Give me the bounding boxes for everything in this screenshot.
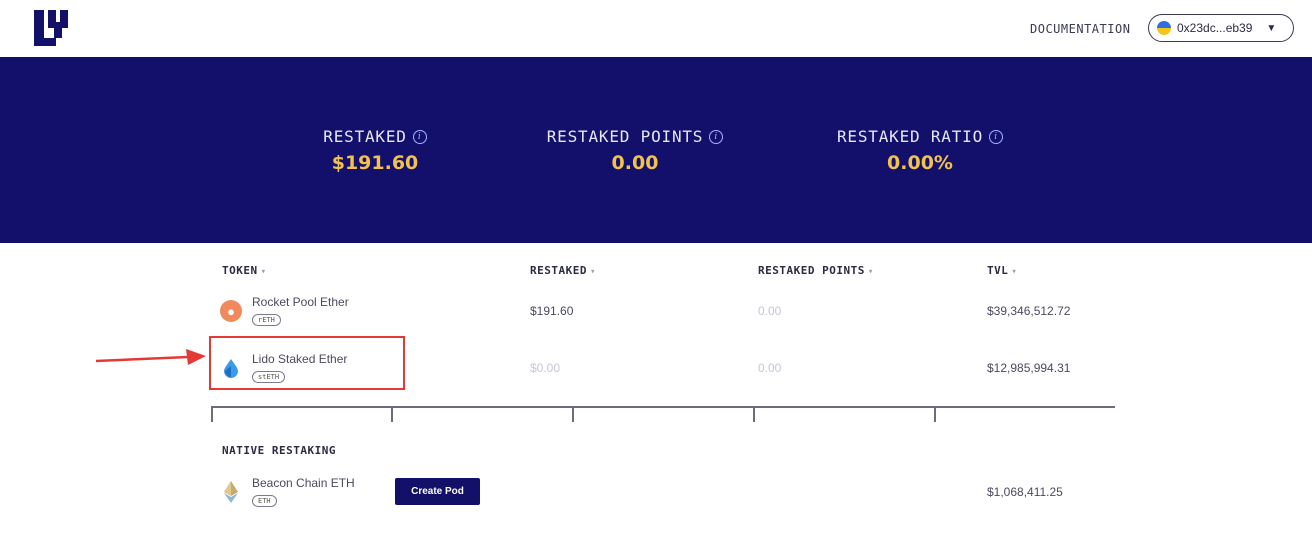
stat-label: RESTAKED — [323, 127, 407, 146]
restaked-value: $191.60 — [530, 304, 574, 318]
stat-restaked: RESTAKED i $191.60 — [300, 127, 450, 174]
table-row: Beacon Chain ETH ETH $1,068,411.25 — [0, 467, 1312, 517]
tvl-value: $12,985,994.31 — [987, 361, 1071, 375]
chevron-down-icon: ▼ — [1266, 22, 1277, 34]
column-header-label: TVL — [987, 264, 1009, 277]
wallet-button[interactable]: 0x23dc...eb39 ▼ — [1148, 14, 1294, 42]
tvl-value: $39,346,512.72 — [987, 304, 1071, 318]
column-header-restaked[interactable]: RESTAKED ▾ — [530, 264, 596, 277]
ethereum-icon — [220, 481, 242, 503]
points-value: 0.00 — [758, 304, 782, 318]
stat-value: $191.60 — [331, 152, 419, 174]
token-symbol-badge: rETH — [252, 314, 281, 326]
section-title-native-restaking: NATIVE RESTAKING — [222, 444, 336, 457]
divider-tick — [391, 406, 393, 422]
column-header-token[interactable]: TOKEN ▾ — [222, 264, 267, 277]
stat-label: RESTAKED POINTS — [546, 127, 704, 146]
divider-tick — [572, 406, 574, 422]
token-symbol-badge: ETH — [252, 495, 277, 507]
column-header-label: TOKEN — [222, 264, 258, 277]
info-icon[interactable]: i — [989, 129, 1004, 144]
divider-tick — [934, 406, 936, 422]
table-row: ● Rocket Pool Ether rETH $191.60 0.00 $3… — [0, 286, 1312, 336]
logo[interactable] — [34, 10, 68, 46]
restaked-value: $0.00 — [530, 361, 561, 375]
sort-caret-icon: ▾ — [260, 267, 267, 277]
wallet-avatar — [1157, 21, 1171, 35]
column-header-tvl[interactable]: TVL ▾ — [987, 264, 1017, 277]
info-icon[interactable]: i — [709, 129, 724, 144]
highlight-box — [209, 336, 405, 390]
column-header-label: RESTAKED POINTS — [758, 264, 865, 277]
stat-label: RESTAKED RATIO — [836, 127, 984, 146]
rocket-pool-icon: ● — [220, 300, 242, 322]
info-icon[interactable]: i — [412, 129, 427, 144]
divider — [211, 406, 1115, 408]
column-header-label: RESTAKED — [530, 264, 587, 277]
column-header-restaked-points[interactable]: RESTAKED POINTS ▾ — [758, 264, 874, 277]
stat-restaked-ratio: RESTAKED RATIO i 0.00% — [825, 127, 1015, 174]
stat-value: 0.00 — [611, 152, 659, 174]
wallet-address: 0x23dc...eb39 — [1177, 21, 1253, 35]
stats-banner: RESTAKED i $191.60 RESTAKED POINTS i 0.0… — [0, 57, 1312, 243]
token-cell[interactable]: ● Rocket Pool Ether rETH — [220, 286, 349, 336]
token-name: Beacon Chain ETH — [252, 476, 355, 490]
points-value: 0.00 — [758, 361, 782, 375]
divider-tick — [753, 406, 755, 422]
divider-tick — [211, 406, 213, 422]
sort-caret-icon: ▾ — [867, 267, 874, 277]
token-cell[interactable]: Beacon Chain ETH ETH — [220, 467, 355, 517]
create-pod-button[interactable]: Create Pod — [395, 478, 480, 505]
stat-value: 0.00% — [887, 152, 953, 174]
annotation-arrow-icon — [96, 349, 206, 365]
stat-restaked-points: RESTAKED POINTS i 0.00 — [535, 127, 735, 174]
token-name: Rocket Pool Ether — [252, 295, 349, 309]
top-nav: DOCUMENTATION 0x23dc...eb39 ▼ — [0, 0, 1312, 57]
sort-caret-icon: ▾ — [589, 267, 596, 277]
sort-caret-icon: ▾ — [1011, 267, 1018, 277]
tvl-value: $1,068,411.25 — [987, 485, 1063, 499]
documentation-link[interactable]: DOCUMENTATION — [1030, 22, 1130, 36]
